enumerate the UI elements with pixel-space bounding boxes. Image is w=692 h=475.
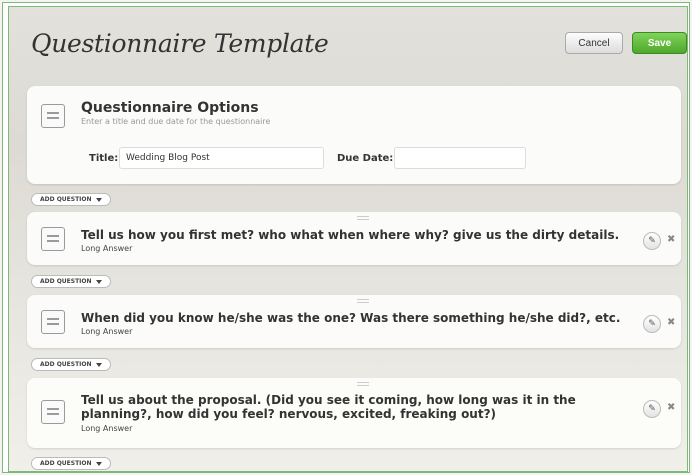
due-date-field[interactable] [394, 147, 526, 169]
close-icon[interactable]: ✖ [667, 234, 675, 245]
page-title: Questionnaire Template [31, 29, 329, 58]
title-label: Title: [89, 153, 119, 164]
pencil-icon[interactable]: ✎ [643, 400, 661, 418]
document-icon [41, 104, 65, 128]
add-question-label: ADD QUESTION [40, 361, 92, 368]
add-question-label: ADD QUESTION [40, 278, 92, 285]
close-icon[interactable]: ✖ [667, 317, 675, 328]
question-text: Tell us how you first met? who what when… [81, 228, 620, 242]
questionnaire-panel: Questionnaire Template Cancel Save Quest… [8, 6, 688, 472]
chevron-down-icon [95, 362, 102, 367]
pencil-icon[interactable]: ✎ [643, 232, 661, 250]
options-title: Questionnaire Options [81, 100, 259, 116]
add-question-button[interactable]: ADD QUESTION [31, 275, 111, 288]
question-card[interactable]: When did you know he/she was the one? Wa… [27, 295, 681, 348]
document-icon [41, 227, 65, 251]
add-question-button[interactable]: ADD QUESTION [31, 358, 111, 371]
chevron-down-icon [95, 279, 102, 284]
drag-handle-icon[interactable] [357, 216, 369, 220]
document-icon [41, 400, 65, 424]
question-text: When did you know he/she was the one? Wa… [81, 311, 621, 325]
question-text: Tell us about the proposal. (Did you see… [81, 393, 576, 421]
drag-handle-icon[interactable] [357, 382, 369, 386]
add-question-label: ADD QUESTION [40, 460, 92, 467]
options-subtitle: Enter a title and due date for the quest… [81, 117, 271, 126]
title-field[interactable]: Wedding Blog Post [119, 147, 324, 169]
add-question-button[interactable]: ADD QUESTION [31, 193, 111, 206]
document-icon [41, 310, 65, 334]
chevron-down-icon [95, 197, 102, 202]
questionnaire-options-card: Questionnaire Options Enter a title and … [27, 86, 681, 184]
chevron-down-icon [95, 461, 102, 466]
save-button[interactable]: Save [632, 32, 687, 54]
drag-handle-icon[interactable] [357, 299, 369, 303]
question-card[interactable]: Tell us how you first met? who what when… [27, 212, 681, 265]
question-card[interactable]: Tell us about the proposal. (Did you see… [27, 378, 681, 448]
question-type: Long Answer [81, 327, 133, 336]
question-type: Long Answer [81, 424, 133, 433]
pencil-icon[interactable]: ✎ [643, 315, 661, 333]
question-type: Long Answer [81, 244, 133, 253]
close-icon[interactable]: ✖ [667, 402, 675, 413]
add-question-button[interactable]: ADD QUESTION [31, 457, 111, 470]
add-question-label: ADD QUESTION [40, 196, 92, 203]
due-date-label: Due Date: [337, 153, 394, 164]
cancel-button[interactable]: Cancel [565, 32, 623, 54]
